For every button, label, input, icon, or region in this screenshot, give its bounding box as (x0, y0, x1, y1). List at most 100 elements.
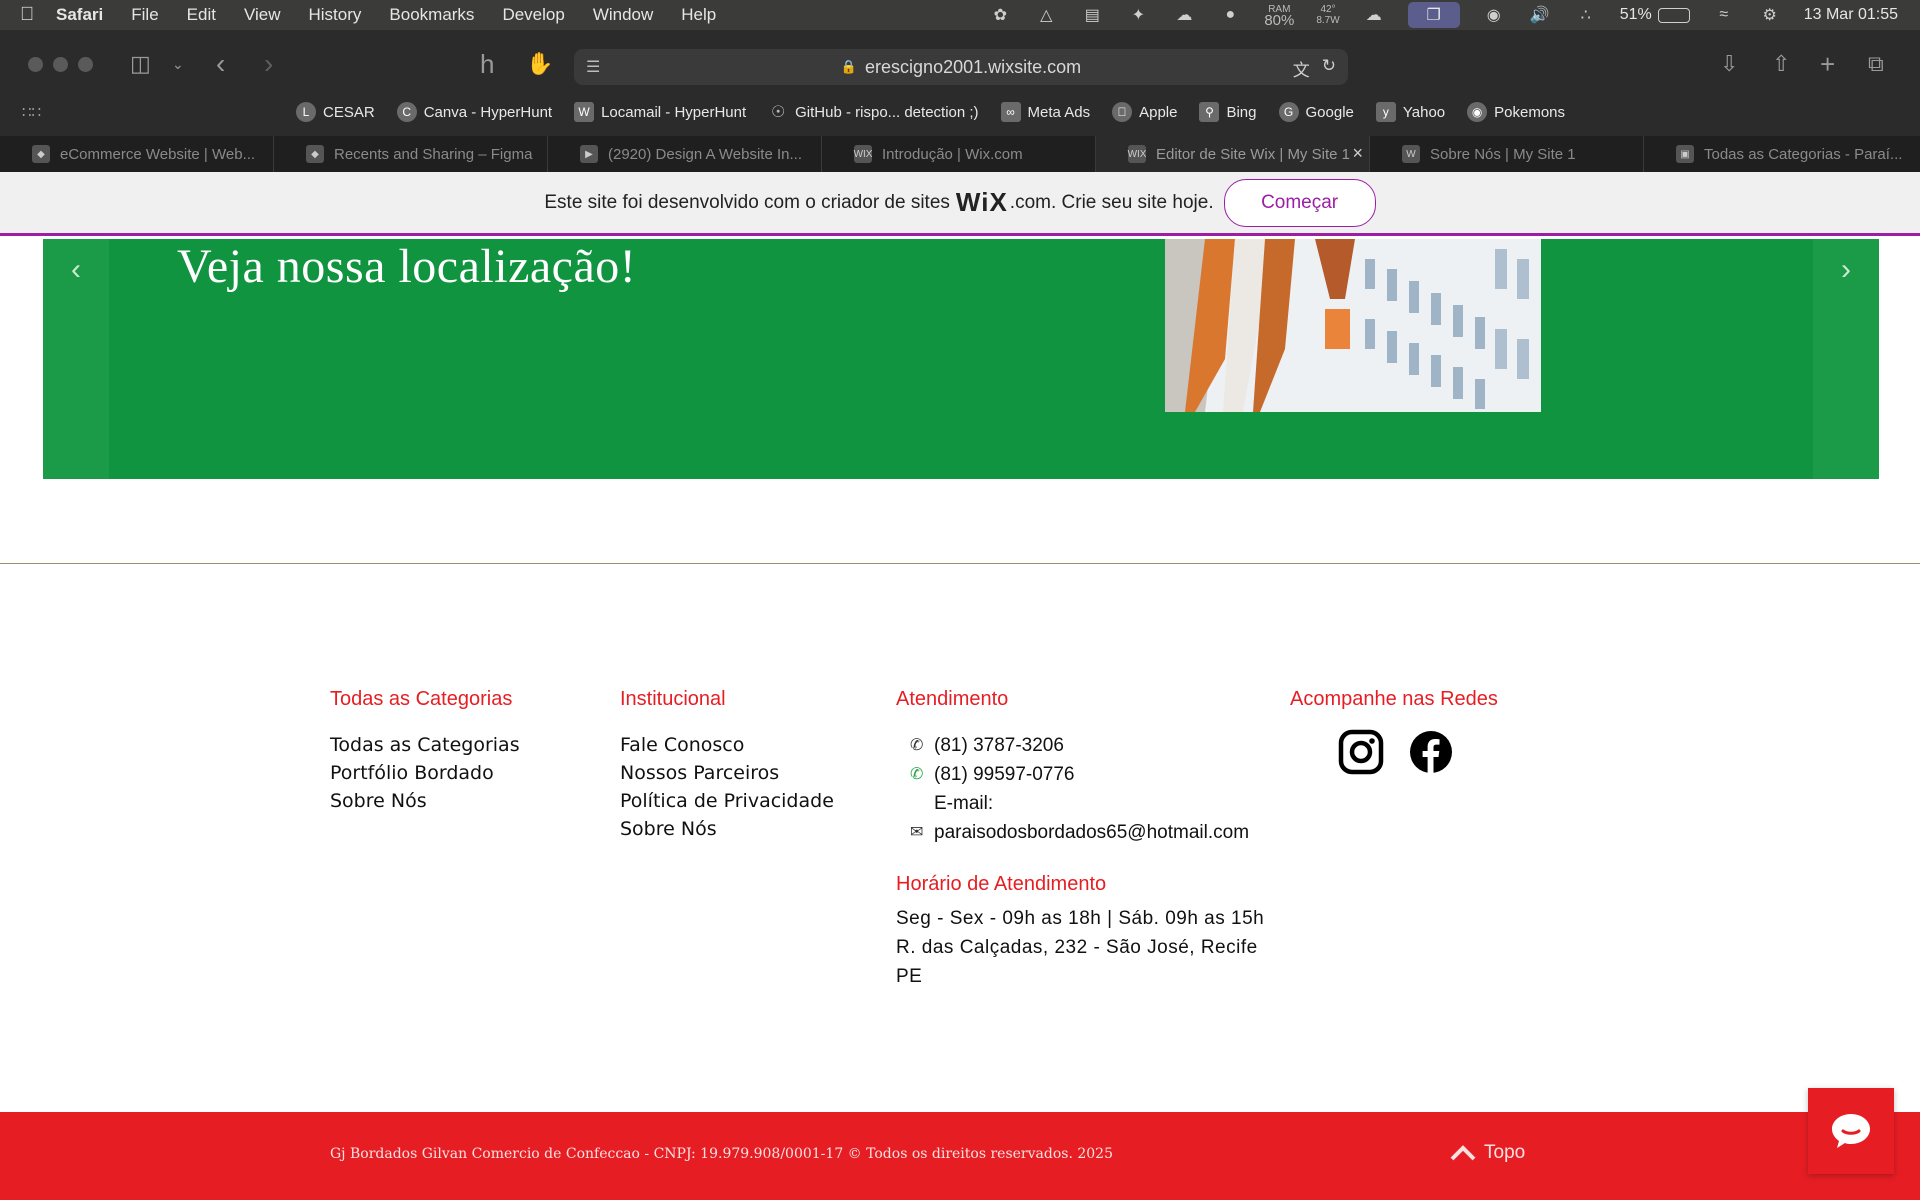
bookmark-label: Canva - HyperHunt (423, 103, 553, 121)
weather-icon[interactable]: ∴ (1574, 6, 1598, 24)
tab-youtube-design[interactable]: ▶ (2920) Design A Website In... (548, 136, 822, 172)
bookmark-label: Google (1305, 103, 1354, 121)
cloud-icon[interactable]: ☁ (1172, 6, 1196, 24)
bookmark-yahoo[interactable]: y Yahoo (1375, 102, 1445, 122)
figma-icon: ◆ (32, 145, 50, 163)
profile-icon[interactable]: ● (1218, 6, 1242, 24)
adblock-hand-icon[interactable]: ✋ (526, 52, 553, 76)
tab-figma-recents[interactable]: ◆ Recents and Sharing – Figma (274, 136, 548, 172)
whatsapp-line: ✆ (81) 99597-0776 (896, 760, 1264, 789)
forward-icon[interactable]: › (264, 50, 273, 78)
slider-prev-button[interactable]: ‹ (43, 239, 109, 479)
palette-icon[interactable]: ◉ (1482, 6, 1506, 24)
sidebar-icon[interactable]: ◫ (130, 52, 151, 76)
footer-link-nossos-parceiros[interactable]: Nossos Parceiros (620, 759, 834, 787)
tab-todas-categorias[interactable]: ▣ Todas as Categorias - Paraí... (1644, 136, 1920, 172)
footer-link-sobre-nos[interactable]: Sobre Nós (330, 787, 520, 815)
bookmark-cesar[interactable]: L CESAR (296, 102, 375, 122)
bookmark-label: Apple (1139, 103, 1178, 121)
onedrive-icon[interactable]: ☁ (1362, 6, 1386, 24)
drive-icon[interactable]: △ (1034, 6, 1058, 24)
bookmark-locamail[interactable]: W Locamail - HyperHunt (574, 102, 746, 122)
back-icon[interactable]: ‹ (216, 50, 225, 78)
menu-app-safari[interactable]: Safari (56, 5, 103, 25)
menu-edit[interactable]: Edit (187, 5, 216, 25)
url-text[interactable]: erescigno2001.wixsite.com (865, 57, 1081, 78)
footer-link-sobre-nos[interactable]: Sobre Nós (620, 815, 834, 843)
battery-percent: 51% (1619, 6, 1652, 23)
yahoo-favicon-icon: y (1375, 102, 1396, 122)
tab-title: (2920) Design A Website In... (608, 145, 802, 163)
footer-link-politica-privacidade[interactable]: Política de Privacidade (620, 787, 834, 815)
bookmark-pokemons[interactable]: ◉ Pokemons (1467, 102, 1565, 122)
apps-grid-icon[interactable]: ∷∷ (22, 103, 41, 121)
ram-stat[interactable]: RAM 80% (1264, 4, 1294, 28)
chevron-down-icon[interactable]: ⌄ (172, 52, 184, 76)
share-icon[interactable]: ⇧ (1772, 52, 1790, 76)
menu-bookmarks[interactable]: Bookmarks (389, 5, 474, 25)
footer-link-portfolio-bordado[interactable]: Portfólio Bordado (330, 759, 520, 787)
menu-history[interactable]: History (309, 5, 362, 25)
bookmark-apple[interactable]:  Apple (1112, 102, 1177, 122)
address-bar[interactable]: ☰ 🔒 erescigno2001.wixsite.com 文 ↻ (574, 49, 1348, 85)
zoom-window-button[interactable] (78, 57, 93, 72)
temp-stat[interactable]: 42° 8.7W (1316, 4, 1339, 26)
apple-menu-icon[interactable]:  (20, 4, 56, 26)
page-icon: ▣ (1676, 145, 1694, 163)
whatsapp-icon: ✆ (910, 766, 924, 783)
lock-icon: 🔒 (840, 59, 858, 74)
footer-bottom-bar: Gj Bordados Gilvan Comercio de Confeccao… (0, 1112, 1920, 1200)
page-menu-icon[interactable]: ☰ (586, 57, 600, 77)
tab-title: Recents and Sharing – Figma (334, 145, 533, 163)
menu-help[interactable]: Help (681, 5, 716, 25)
volume-icon[interactable]: 🔊 (1528, 6, 1552, 24)
instagram-icon[interactable] (1338, 729, 1384, 775)
stage-manager-icon[interactable]: ❐ (1407, 2, 1460, 28)
wix-banner-text: Este site foi desenvolvido com o criador… (544, 191, 950, 213)
tab-wix-editor[interactable]: WIX Editor de Site Wix | My Site 1 × (1096, 136, 1370, 172)
minimize-window-button[interactable] (53, 57, 68, 72)
battery-indicator[interactable]: 51% (1620, 6, 1690, 24)
openai-icon[interactable]: ✿ (988, 6, 1012, 24)
footer-link-fale-conosco[interactable]: Fale Conosco (620, 731, 834, 759)
email-label: E-mail: (896, 789, 1264, 818)
back-to-top-link[interactable]: Topo (1450, 1142, 1525, 1164)
bookmark-canva[interactable]: C Canva - HyperHunt (396, 102, 553, 122)
tab-title: Sobre Nós | My Site 1 (1430, 145, 1576, 163)
downloads-icon[interactable]: ⇩ (1720, 52, 1738, 76)
globe-icon: ☉ (770, 104, 786, 121)
menubar-clock[interactable]: 13 Mar 01:55 (1804, 6, 1898, 24)
new-tab-icon[interactable]: + (1820, 51, 1835, 77)
app-store-icon[interactable]: ✦ (1126, 6, 1150, 24)
bookmark-bing[interactable]: ⚲ Bing (1199, 102, 1257, 122)
tab-wix-intro[interactable]: WIX Introdução | Wix.com (822, 136, 1096, 172)
bookmark-google[interactable]: G Google (1278, 102, 1354, 122)
translate-icon[interactable]: 文 (1293, 56, 1310, 81)
bookmark-meta-ads[interactable]: ∞ Meta Ads (1000, 102, 1090, 122)
tab-sobre-nos[interactable]: W Sobre Nós | My Site 1 (1370, 136, 1644, 172)
slider-next-button[interactable]: › (1813, 239, 1879, 479)
screenshot-icon[interactable]: ▤ (1080, 6, 1104, 24)
email-address[interactable]: paraisodosbordados65@hotmail.com (934, 818, 1249, 847)
close-tab-icon[interactable]: × (1352, 143, 1363, 164)
control-center-icon[interactable]: ⚙ (1758, 6, 1782, 24)
honey-extension-icon[interactable]: h (480, 51, 494, 77)
address-line-1: R. das Calçadas, 232 - São José, Recife (896, 937, 1258, 958)
reload-icon[interactable]: ↻ (1322, 56, 1336, 81)
menu-view[interactable]: View (244, 5, 281, 25)
menu-window[interactable]: Window (593, 5, 653, 25)
tab-overview-icon[interactable]: ⧉ (1868, 52, 1884, 76)
menu-develop[interactable]: Develop (502, 5, 564, 25)
footer-link-todas-categorias[interactable]: Todas as Categorias (330, 731, 520, 759)
close-window-button[interactable] (28, 57, 43, 72)
phone-number[interactable]: (81) 3787-3206 (934, 731, 1064, 760)
chat-button[interactable] (1808, 1088, 1894, 1174)
whatsapp-number[interactable]: (81) 99597-0776 (934, 760, 1075, 789)
facebook-icon[interactable] (1408, 729, 1454, 775)
phone-icon: ✆ (910, 737, 924, 754)
wifi-icon[interactable]: ≈ (1712, 6, 1736, 24)
start-button[interactable]: Começar (1223, 178, 1376, 227)
bookmark-github[interactable]: ☉ GitHub - rispo... detection ;) (768, 102, 979, 122)
menu-file[interactable]: File (131, 5, 158, 25)
tab-ecommerce-website[interactable]: ◆ eCommerce Website | Web... (0, 136, 274, 172)
